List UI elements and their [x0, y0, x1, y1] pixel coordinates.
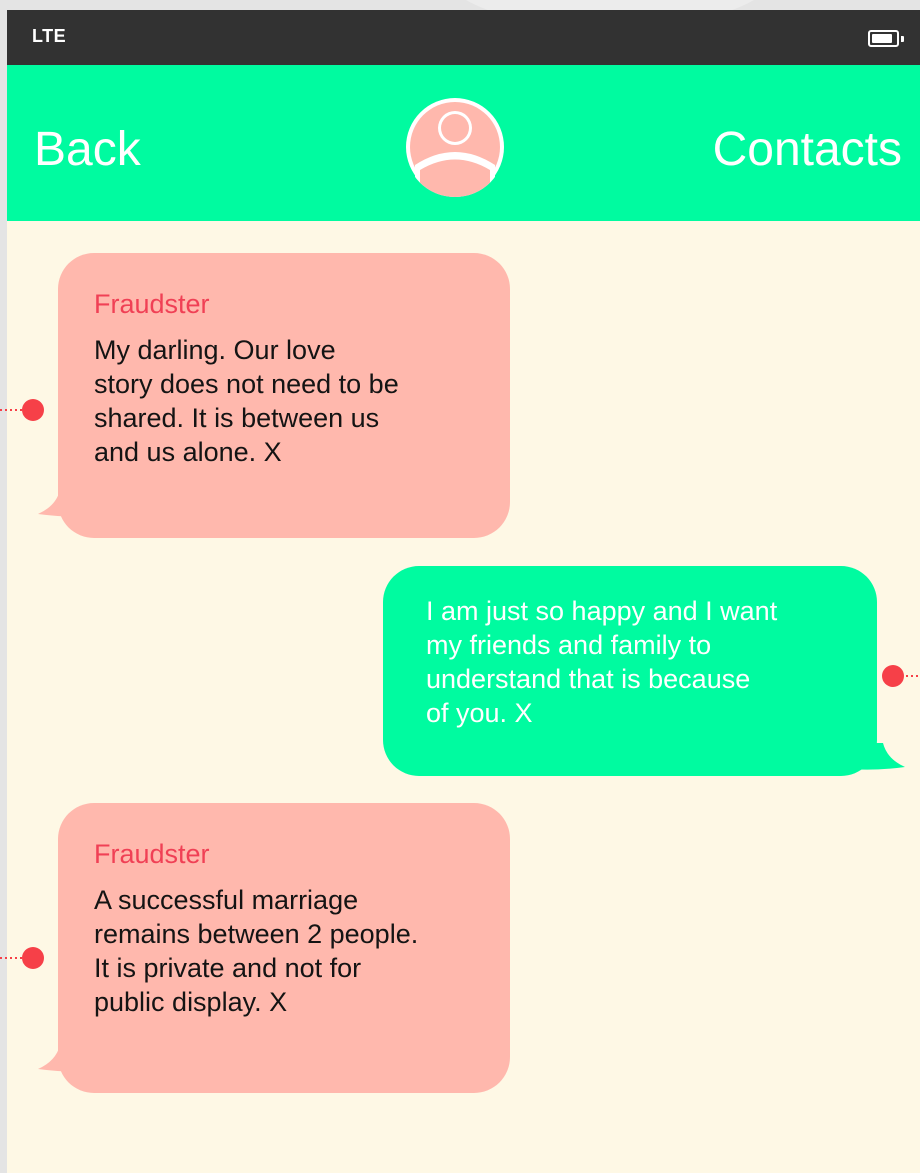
nav-bar: Back Contacts [7, 65, 920, 221]
user-avatar-icon[interactable] [405, 97, 505, 197]
message-bubble-incoming-1[interactable]: Fraudster My darling. Our love story doe… [58, 253, 510, 538]
battery-tip [901, 36, 904, 42]
phone-screen: LTE Back Contacts Fraudster My darling. … [0, 10, 920, 1173]
annotation-marker-2 [882, 665, 920, 687]
message-bubble-incoming-2[interactable]: Fraudster A successful marriage remains … [58, 803, 510, 1093]
message-text: I am just so happy and I want my friends… [426, 596, 778, 728]
message-bubble-outgoing-1[interactable]: I am just so happy and I want my friends… [383, 566, 877, 776]
back-button[interactable]: Back [34, 120, 141, 180]
carrier-label: LTE [32, 26, 67, 46]
avatar-graphic [406, 98, 504, 197]
status-bar: LTE [7, 10, 920, 65]
annotation-marker-3 [0, 947, 44, 969]
message-text: A successful marriage remains between 2 … [94, 885, 419, 1017]
contacts-button[interactable]: Contacts [713, 120, 902, 180]
battery-level [872, 34, 892, 43]
sender-name: Fraudster [94, 289, 210, 319]
sender-name: Fraudster [94, 839, 210, 869]
message-text: My darling. Our love story does not need… [94, 335, 399, 467]
annotation-marker-1 [0, 399, 44, 421]
battery-icon [868, 30, 904, 47]
